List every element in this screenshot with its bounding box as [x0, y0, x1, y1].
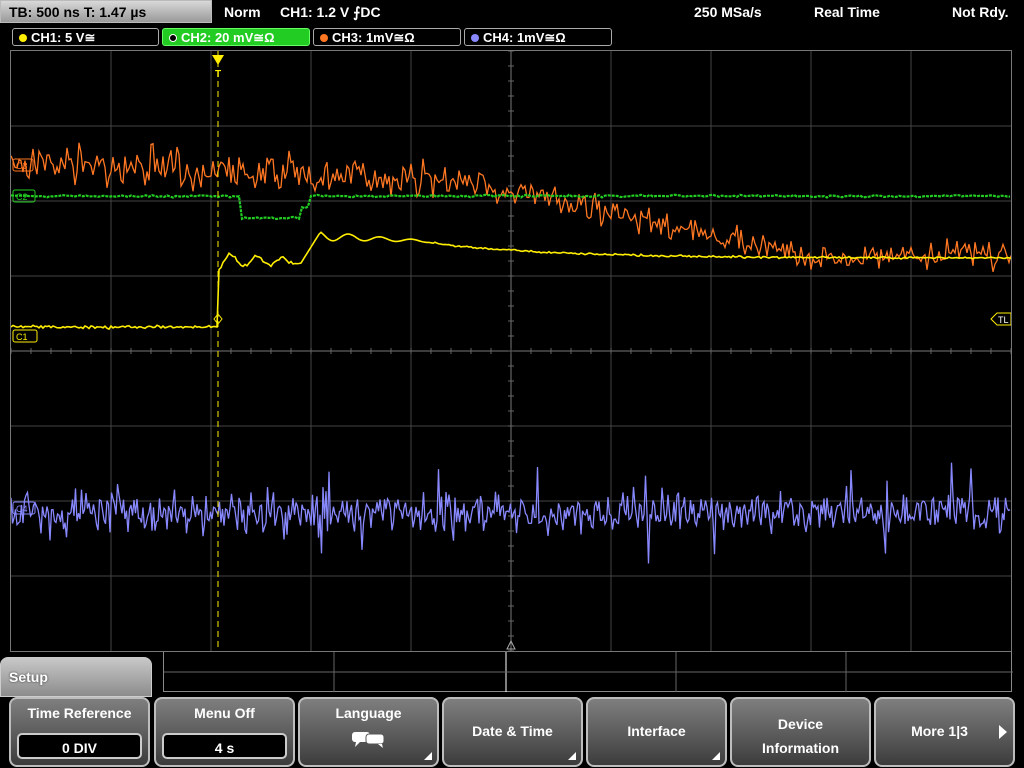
ch2-marker-label: C2	[16, 192, 28, 202]
trigger-level-marker[interactable]: TL	[990, 312, 1011, 326]
trigger-level-label: TL	[998, 315, 1009, 325]
ch2-dot-icon	[169, 34, 177, 42]
menu-off-value: 4 s	[162, 733, 287, 759]
date-time-label: Date & Time	[472, 723, 553, 739]
channel-tab-ch2[interactable]: CH2: 20 mV≅Ω	[162, 28, 310, 46]
next-page-icon	[999, 725, 1007, 739]
ch1-dot-icon	[19, 34, 27, 42]
waveform-display[interactable]: T C3 C2 C1 C4 TL	[10, 50, 1012, 652]
time-reference-label: Time Reference	[27, 705, 132, 721]
language-label: Language	[335, 705, 402, 721]
channel-label: CH2: 20 mV≅Ω	[181, 30, 275, 45]
acquisition-mode: Real Time	[814, 4, 880, 20]
date-time-softkey[interactable]: Date & Time	[442, 697, 583, 767]
ch4-marker-label: C4	[16, 504, 28, 514]
trigger-status: Not Rdy.	[952, 4, 1009, 20]
more-label: More 1|3	[911, 723, 968, 739]
more-softkey[interactable]: More 1|3	[874, 697, 1015, 767]
channel-tab-ch1[interactable]: CH1: 5 V≅	[12, 28, 159, 46]
graticule	[11, 51, 1011, 651]
channel-label: CH4: 1mV≅Ω	[483, 30, 566, 45]
submenu-indicator-icon	[424, 752, 432, 760]
device-info-line2: Information	[762, 740, 839, 756]
trigger-mode[interactable]: Norm	[224, 0, 261, 24]
time-reference-value: 0 DIV	[17, 733, 142, 759]
interface-label: Interface	[627, 723, 686, 739]
speech-bubble-icon	[300, 729, 437, 752]
status-bar: TB: 500 ns T: 1.47 µs Norm CH1: 1.2 V ⨍D…	[0, 0, 1024, 26]
trigger-position-icon[interactable]: T	[212, 55, 224, 80]
interface-softkey[interactable]: Interface	[586, 697, 727, 767]
menu-header-strip	[163, 652, 1013, 692]
submenu-indicator-icon	[712, 752, 720, 760]
channel-tab-ch4[interactable]: CH4: 1mV≅Ω	[464, 28, 612, 46]
timebase-readout[interactable]: TB: 500 ns T: 1.47 µs	[0, 0, 212, 23]
submenu-indicator-icon	[568, 752, 576, 760]
menu-title: Setup	[0, 657, 152, 697]
channel-tab-ch3[interactable]: CH3: 1mV≅Ω	[313, 28, 461, 46]
time-reference-softkey[interactable]: Time Reference 0 DIV	[9, 697, 150, 767]
ch1-marker-label: C1	[16, 332, 28, 342]
ch3-dot-icon	[320, 34, 328, 42]
ch3-marker-label: C3	[16, 161, 28, 171]
trigger-pos-label: T	[215, 69, 221, 80]
menu-off-softkey[interactable]: Menu Off 4 s	[154, 697, 295, 767]
device-info-line1: Device	[777, 716, 824, 732]
ch1-offset-marker[interactable]: C1	[12, 329, 38, 343]
language-softkey[interactable]: Language	[298, 697, 439, 767]
channel-label: CH3: 1mV≅Ω	[332, 30, 415, 45]
channel-label: CH1: 5 V≅	[31, 30, 96, 45]
device-information-softkey[interactable]: Device Information	[730, 697, 871, 767]
menu-off-label: Menu Off	[194, 705, 255, 721]
ch4-dot-icon	[471, 34, 479, 42]
sample-rate: 250 MSa/s	[694, 4, 762, 20]
trigger-source[interactable]: CH1: 1.2 V ⨍DC	[280, 0, 381, 24]
waveform-svg: T C3 C2 C1 C4 TL	[11, 51, 1011, 651]
device-information-label: Device Information	[732, 712, 869, 760]
